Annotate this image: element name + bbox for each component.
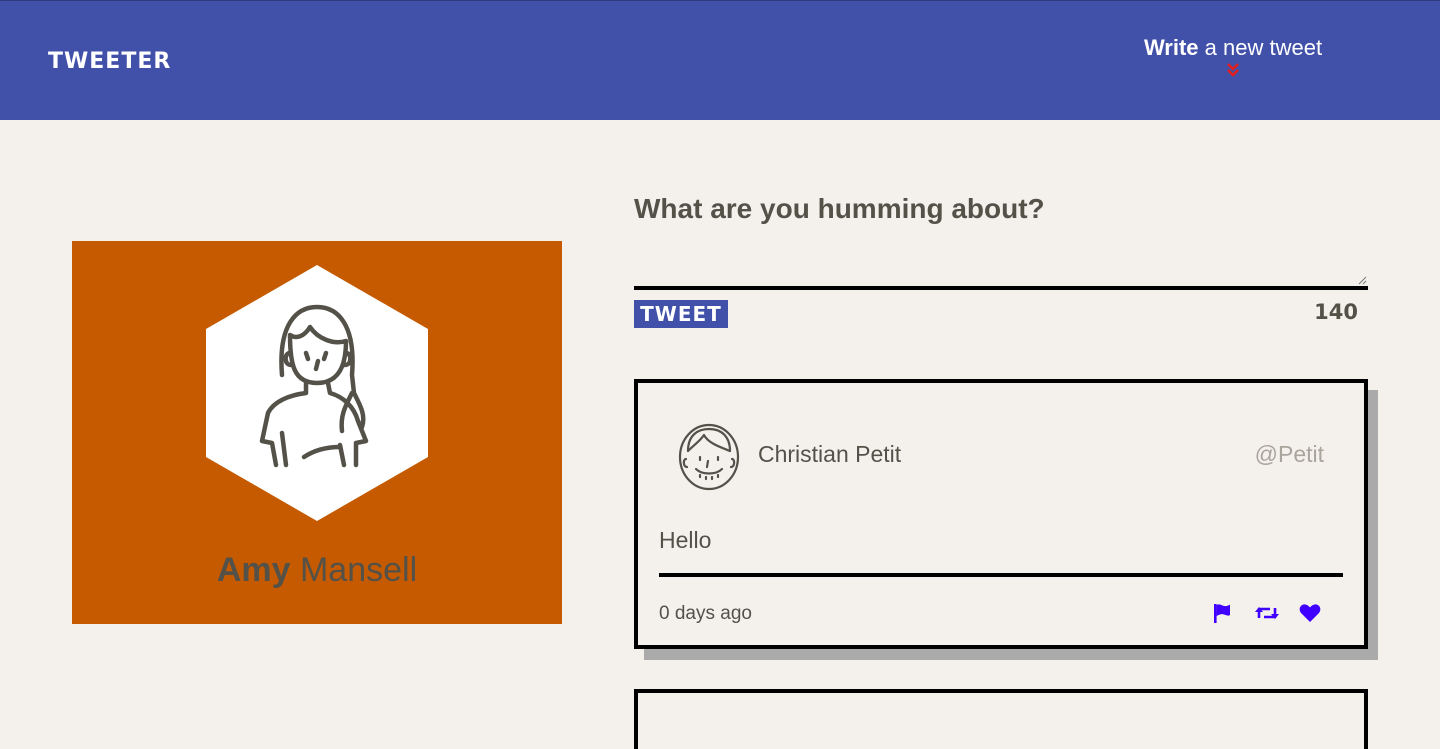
composer-title: What are you humming about? [634,193,1045,224]
double-chevron-down-icon [1227,63,1239,77]
profile-card: Amy Mansell [72,241,562,624]
profile-first-name: Amy [216,551,291,589]
tweet-author-handle[interactable]: @Petit [1255,441,1324,468]
tweet-submit-button[interactable]: TWEET [634,300,728,328]
profile-last-name: Mansell [299,551,418,589]
tweet-divider [659,573,1343,577]
heart-icon[interactable] [1298,601,1322,625]
tweet-card: Christian Petit @Petit Hello 0 days ago [634,379,1368,649]
resize-grip-icon[interactable] [1358,276,1367,285]
tweet-author-name[interactable]: Christian Petit [758,441,901,468]
compose-rest-text: a new tweet [1198,35,1323,60]
woman-avatar-icon [206,265,428,521]
tweet-body: Hello [659,527,712,553]
tweet-card [634,689,1368,749]
top-nav: TWEETER Write a new tweet [0,0,1440,120]
tweet-timestamp: 0 days ago [659,603,752,624]
profile-name: Amy Mansell [72,551,562,590]
man-avatar-icon [678,423,740,491]
flag-icon[interactable] [1210,601,1234,625]
character-counter: 140 [1314,300,1358,324]
compose-bold-text: Write [1143,35,1199,60]
write-new-tweet-toggle[interactable]: Write a new tweet [1143,35,1323,77]
retweet-icon[interactable] [1254,601,1280,625]
tweet-textarea[interactable] [634,244,1368,290]
write-new-tweet-label: Write a new tweet [1143,35,1323,61]
brand-logo[interactable]: TWEETER [48,49,171,74]
